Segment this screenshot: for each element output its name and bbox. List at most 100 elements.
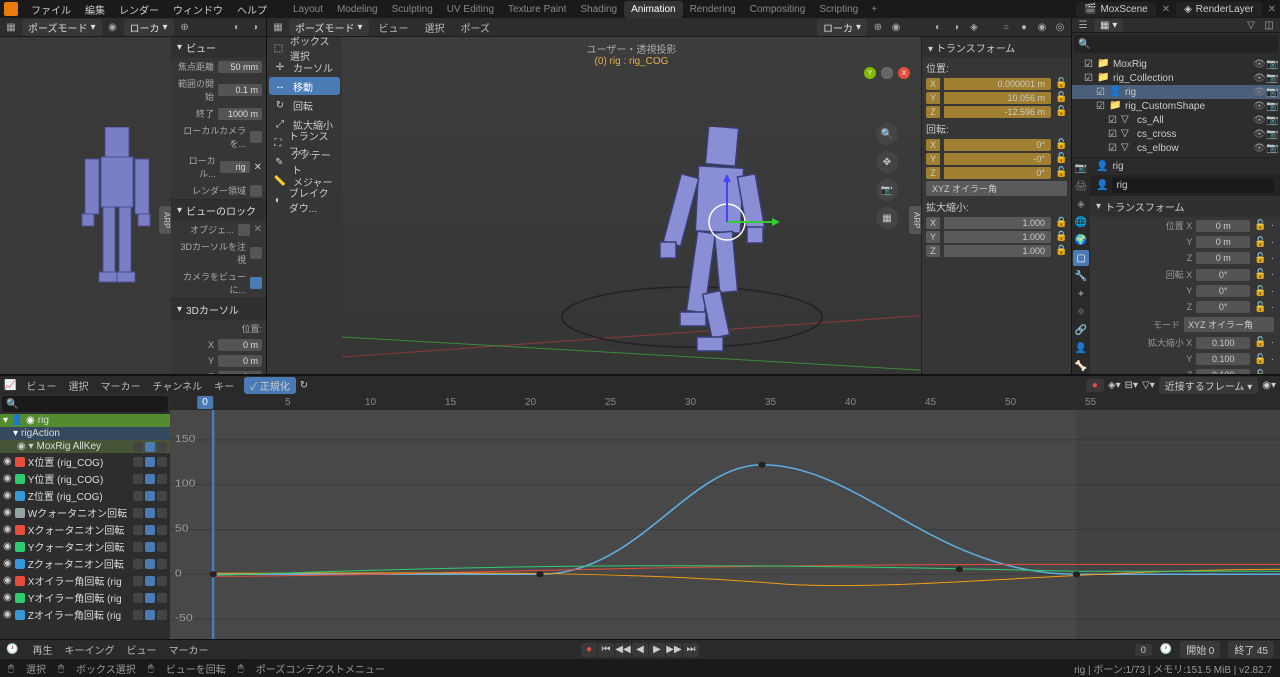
next-key-icon[interactable]: ▶▶ bbox=[666, 643, 682, 657]
fcurve-channel[interactable]: ◉Zクォータニオン回転 bbox=[0, 555, 170, 572]
fcurve-channel[interactable]: ◉Xオイラー角回転 (rig bbox=[0, 572, 170, 589]
viewlayer-selector[interactable]: ◈ RenderLayer bbox=[1176, 2, 1262, 17]
checkbox-icon[interactable]: ☑ bbox=[1108, 129, 1117, 140]
mute-icon[interactable] bbox=[145, 457, 155, 467]
render-icon[interactable]: 📷 bbox=[1266, 129, 1276, 139]
record-icon[interactable]: ● bbox=[581, 643, 597, 657]
loc-z-input[interactable]: -12.596 m bbox=[944, 106, 1051, 118]
eye-icon[interactable]: ◉ bbox=[3, 575, 12, 586]
focal-input[interactable]: 50 mm bbox=[218, 61, 262, 73]
eye-icon[interactable]: ◉ bbox=[3, 524, 12, 535]
output-tab-icon[interactable]: 🖨 bbox=[1073, 178, 1089, 194]
world-tab-icon[interactable]: 🌍 bbox=[1073, 232, 1089, 248]
mute-icon[interactable] bbox=[145, 542, 155, 552]
fcurve-channel[interactable]: ◉Yクォータニオン回転 bbox=[0, 538, 170, 555]
tool-icon[interactable]: ◉ bbox=[106, 20, 120, 34]
eye-icon[interactable]: 👁 bbox=[1253, 129, 1263, 139]
lock-icon[interactable] bbox=[157, 576, 167, 586]
snap-icon[interactable]: ⊕ bbox=[178, 20, 192, 34]
anim-icon[interactable]: · bbox=[1271, 337, 1274, 348]
move-icon[interactable]: ✥ bbox=[876, 151, 898, 173]
tool-6[interactable]: ✎アノテート bbox=[269, 153, 340, 171]
anim-icon[interactable]: · bbox=[1271, 269, 1274, 280]
lock-icon[interactable] bbox=[157, 457, 167, 467]
checkbox-icon[interactable]: ☑ bbox=[1084, 59, 1093, 70]
checkbox-icon[interactable]: ☑ bbox=[1108, 143, 1117, 154]
auto-key-icon[interactable]: ● bbox=[1086, 379, 1104, 392]
eye-icon[interactable]: ◉ bbox=[3, 558, 12, 569]
checkbox-icon[interactable]: ☑ bbox=[1108, 115, 1117, 126]
start-frame-input[interactable]: 開始 0 bbox=[1180, 641, 1220, 658]
graph-menu[interactable]: ビュー bbox=[20, 382, 62, 393]
playbar-menu[interactable]: キーイング bbox=[58, 646, 120, 657]
editor-type-icon[interactable]: 🕐 bbox=[6, 644, 18, 655]
tool-1[interactable]: ✛カーソル bbox=[269, 58, 340, 76]
eye-icon[interactable]: 👁 bbox=[1253, 143, 1263, 153]
lock-icon[interactable]: 🔓 bbox=[1254, 337, 1266, 348]
shading-icon[interactable]: ◑ bbox=[248, 20, 262, 34]
handle-icon[interactable]: ⊟▾ bbox=[1125, 380, 1138, 391]
overlay-wireframe-icon[interactable]: ◐ bbox=[931, 20, 945, 34]
tab-texture paint[interactable]: Texture Paint bbox=[501, 1, 573, 18]
render-icon[interactable]: 📷 bbox=[1266, 101, 1276, 111]
outliner-search[interactable]: 🔍 bbox=[1074, 35, 1278, 53]
tab-rendering[interactable]: Rendering bbox=[683, 1, 743, 18]
scaley-input[interactable]: 0.100 bbox=[1196, 353, 1250, 365]
current-frame-indicator[interactable]: 0 bbox=[197, 396, 213, 409]
x-axis-icon[interactable]: X bbox=[898, 67, 910, 79]
view-menu[interactable]: ビュー bbox=[373, 20, 415, 35]
filter-icon[interactable]: ▽ bbox=[1244, 18, 1258, 32]
tool-8[interactable]: ◐ブレイクダウ... bbox=[269, 191, 340, 209]
scene-selector[interactable]: 🎬 MoxScene bbox=[1076, 2, 1156, 17]
outliner-item[interactable]: ☑📁rig_Collection👁📷 bbox=[1072, 71, 1280, 85]
eye-icon[interactable]: 👁 bbox=[1253, 87, 1263, 97]
tab-animation[interactable]: Animation bbox=[624, 1, 682, 18]
fcurve-channel[interactable]: ◉Yオイラー角回転 (rig bbox=[0, 589, 170, 606]
lock-icon[interactable] bbox=[157, 508, 167, 518]
tool-0[interactable]: ⬚ボックス選択 bbox=[269, 39, 340, 57]
scale-z-input[interactable]: 1.000 bbox=[944, 245, 1051, 257]
eye-icon[interactable]: ◉ bbox=[3, 541, 12, 552]
tab-shading[interactable]: Shading bbox=[573, 1, 624, 18]
lock-icon[interactable]: 🔒 bbox=[1055, 217, 1067, 229]
locy-input[interactable]: 0 m bbox=[1196, 236, 1250, 248]
close-icon[interactable]: ✕ bbox=[1162, 4, 1170, 15]
render-icon[interactable]: 📷 bbox=[1266, 87, 1276, 97]
lock-icon[interactable] bbox=[157, 491, 167, 501]
anim-icon[interactable]: · bbox=[1271, 253, 1274, 264]
checkbox-icon[interactable]: ☑ bbox=[1096, 101, 1105, 112]
lock-icon[interactable]: 🔓 bbox=[1055, 139, 1067, 151]
channel-action[interactable]: ▾rigAction bbox=[0, 427, 170, 440]
wrench-icon[interactable] bbox=[133, 525, 143, 535]
eye-icon[interactable]: ◉ bbox=[3, 490, 12, 501]
channel-search[interactable]: 🔍 bbox=[2, 396, 168, 412]
tool-3[interactable]: ↻回転 bbox=[269, 96, 340, 114]
wrench-icon[interactable] bbox=[133, 542, 143, 552]
clip-end-input[interactable]: 1000 m bbox=[218, 108, 262, 120]
local-cam-toggle[interactable] bbox=[250, 131, 262, 143]
mute-icon[interactable] bbox=[145, 508, 155, 518]
lock-icon[interactable]: 🔓 bbox=[1254, 253, 1266, 264]
wrench-icon[interactable] bbox=[133, 474, 143, 484]
snap-icon[interactable]: ⊕ bbox=[871, 20, 885, 34]
anim-icon[interactable]: · bbox=[1271, 302, 1274, 313]
orientation-dropdown[interactable]: ローカ ▾ bbox=[817, 19, 867, 36]
fcurve-channel[interactable]: ◉Zオイラー角回転 (rig bbox=[0, 606, 170, 623]
scalex-input[interactable]: 0.100 bbox=[1196, 337, 1250, 349]
editor-type-icon[interactable]: ☰ bbox=[1076, 18, 1090, 32]
eye-icon[interactable]: ◉ bbox=[3, 456, 12, 467]
jump-start-icon[interactable]: ⏮ bbox=[598, 643, 614, 657]
mute-icon[interactable] bbox=[145, 474, 155, 484]
mute-icon[interactable] bbox=[145, 576, 155, 586]
key-icon[interactable]: ◈▾ bbox=[1108, 380, 1121, 391]
end-frame-input[interactable]: 終了 45 bbox=[1228, 641, 1274, 658]
wrench-icon[interactable] bbox=[133, 457, 143, 467]
snap-dropdown[interactable]: 近接するフレーム ▾ bbox=[1159, 377, 1259, 394]
tab-layout[interactable]: Layout bbox=[286, 1, 330, 18]
checkbox-icon[interactable]: ☑ bbox=[1084, 73, 1093, 84]
play-reverse-icon[interactable]: ◀ bbox=[632, 643, 648, 657]
eye-icon[interactable]: 👁 bbox=[1253, 59, 1263, 69]
viewport-3d-left[interactable]: ARP ▾ ビュー 焦点距離50 mm 範囲の開始0.1 m 終了1000 m … bbox=[0, 37, 266, 374]
scene-tab-icon[interactable]: 🌐 bbox=[1073, 214, 1089, 230]
tab-scripting[interactable]: Scripting bbox=[812, 1, 865, 18]
